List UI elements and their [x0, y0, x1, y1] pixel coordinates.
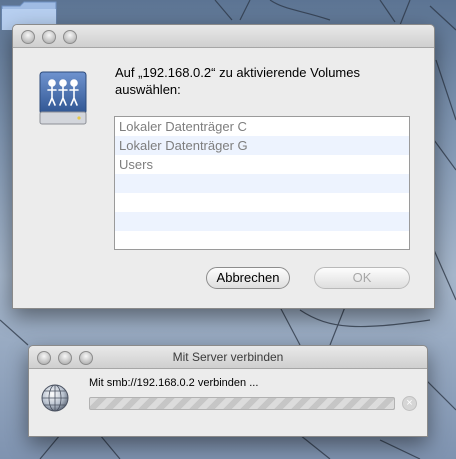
stop-icon[interactable]: ×	[402, 396, 417, 411]
volume-list[interactable]: Lokaler Datenträger C Lokaler Datenträge…	[114, 116, 410, 250]
status-text: Mit smb://192.168.0.2 verbinden ...	[89, 377, 259, 389]
dialog-titlebar	[13, 25, 434, 48]
network-globe-icon	[41, 384, 69, 412]
cancel-button[interactable]: Abbrechen	[206, 267, 290, 289]
ok-button[interactable]: OK	[314, 267, 410, 289]
progress-bar-fill	[90, 398, 394, 409]
volume-list-empty-row	[115, 174, 409, 193]
progress-bar	[89, 397, 395, 410]
window-title: Mit Server verbinden	[172, 350, 284, 364]
volume-item[interactable]: Lokaler Datenträger C	[115, 117, 409, 136]
close-button[interactable]	[21, 30, 35, 44]
connect-to-server-window: Mit Server verbinden Mit smb://192.168.0…	[28, 345, 428, 437]
volume-item[interactable]: Users	[115, 155, 409, 174]
volume-list-empty-row	[115, 212, 409, 231]
volume-list-empty-row	[115, 193, 409, 212]
select-volumes-dialog: Auf „192.168.0.2“ zu aktivierende Volume…	[12, 24, 435, 309]
minimize-button[interactable]	[42, 30, 56, 44]
dialog-prompt: Auf „192.168.0.2“ zu aktivierende Volume…	[115, 65, 360, 97]
progress-titlebar: Mit Server verbinden	[29, 346, 427, 369]
zoom-button[interactable]	[63, 30, 77, 44]
volume-list-empty-row	[115, 231, 409, 249]
shared-server-icon	[39, 71, 87, 125]
dialog-body: Auf „192.168.0.2“ zu aktivierende Volume…	[13, 48, 434, 308]
volume-item[interactable]: Lokaler Datenträger G	[115, 136, 409, 155]
